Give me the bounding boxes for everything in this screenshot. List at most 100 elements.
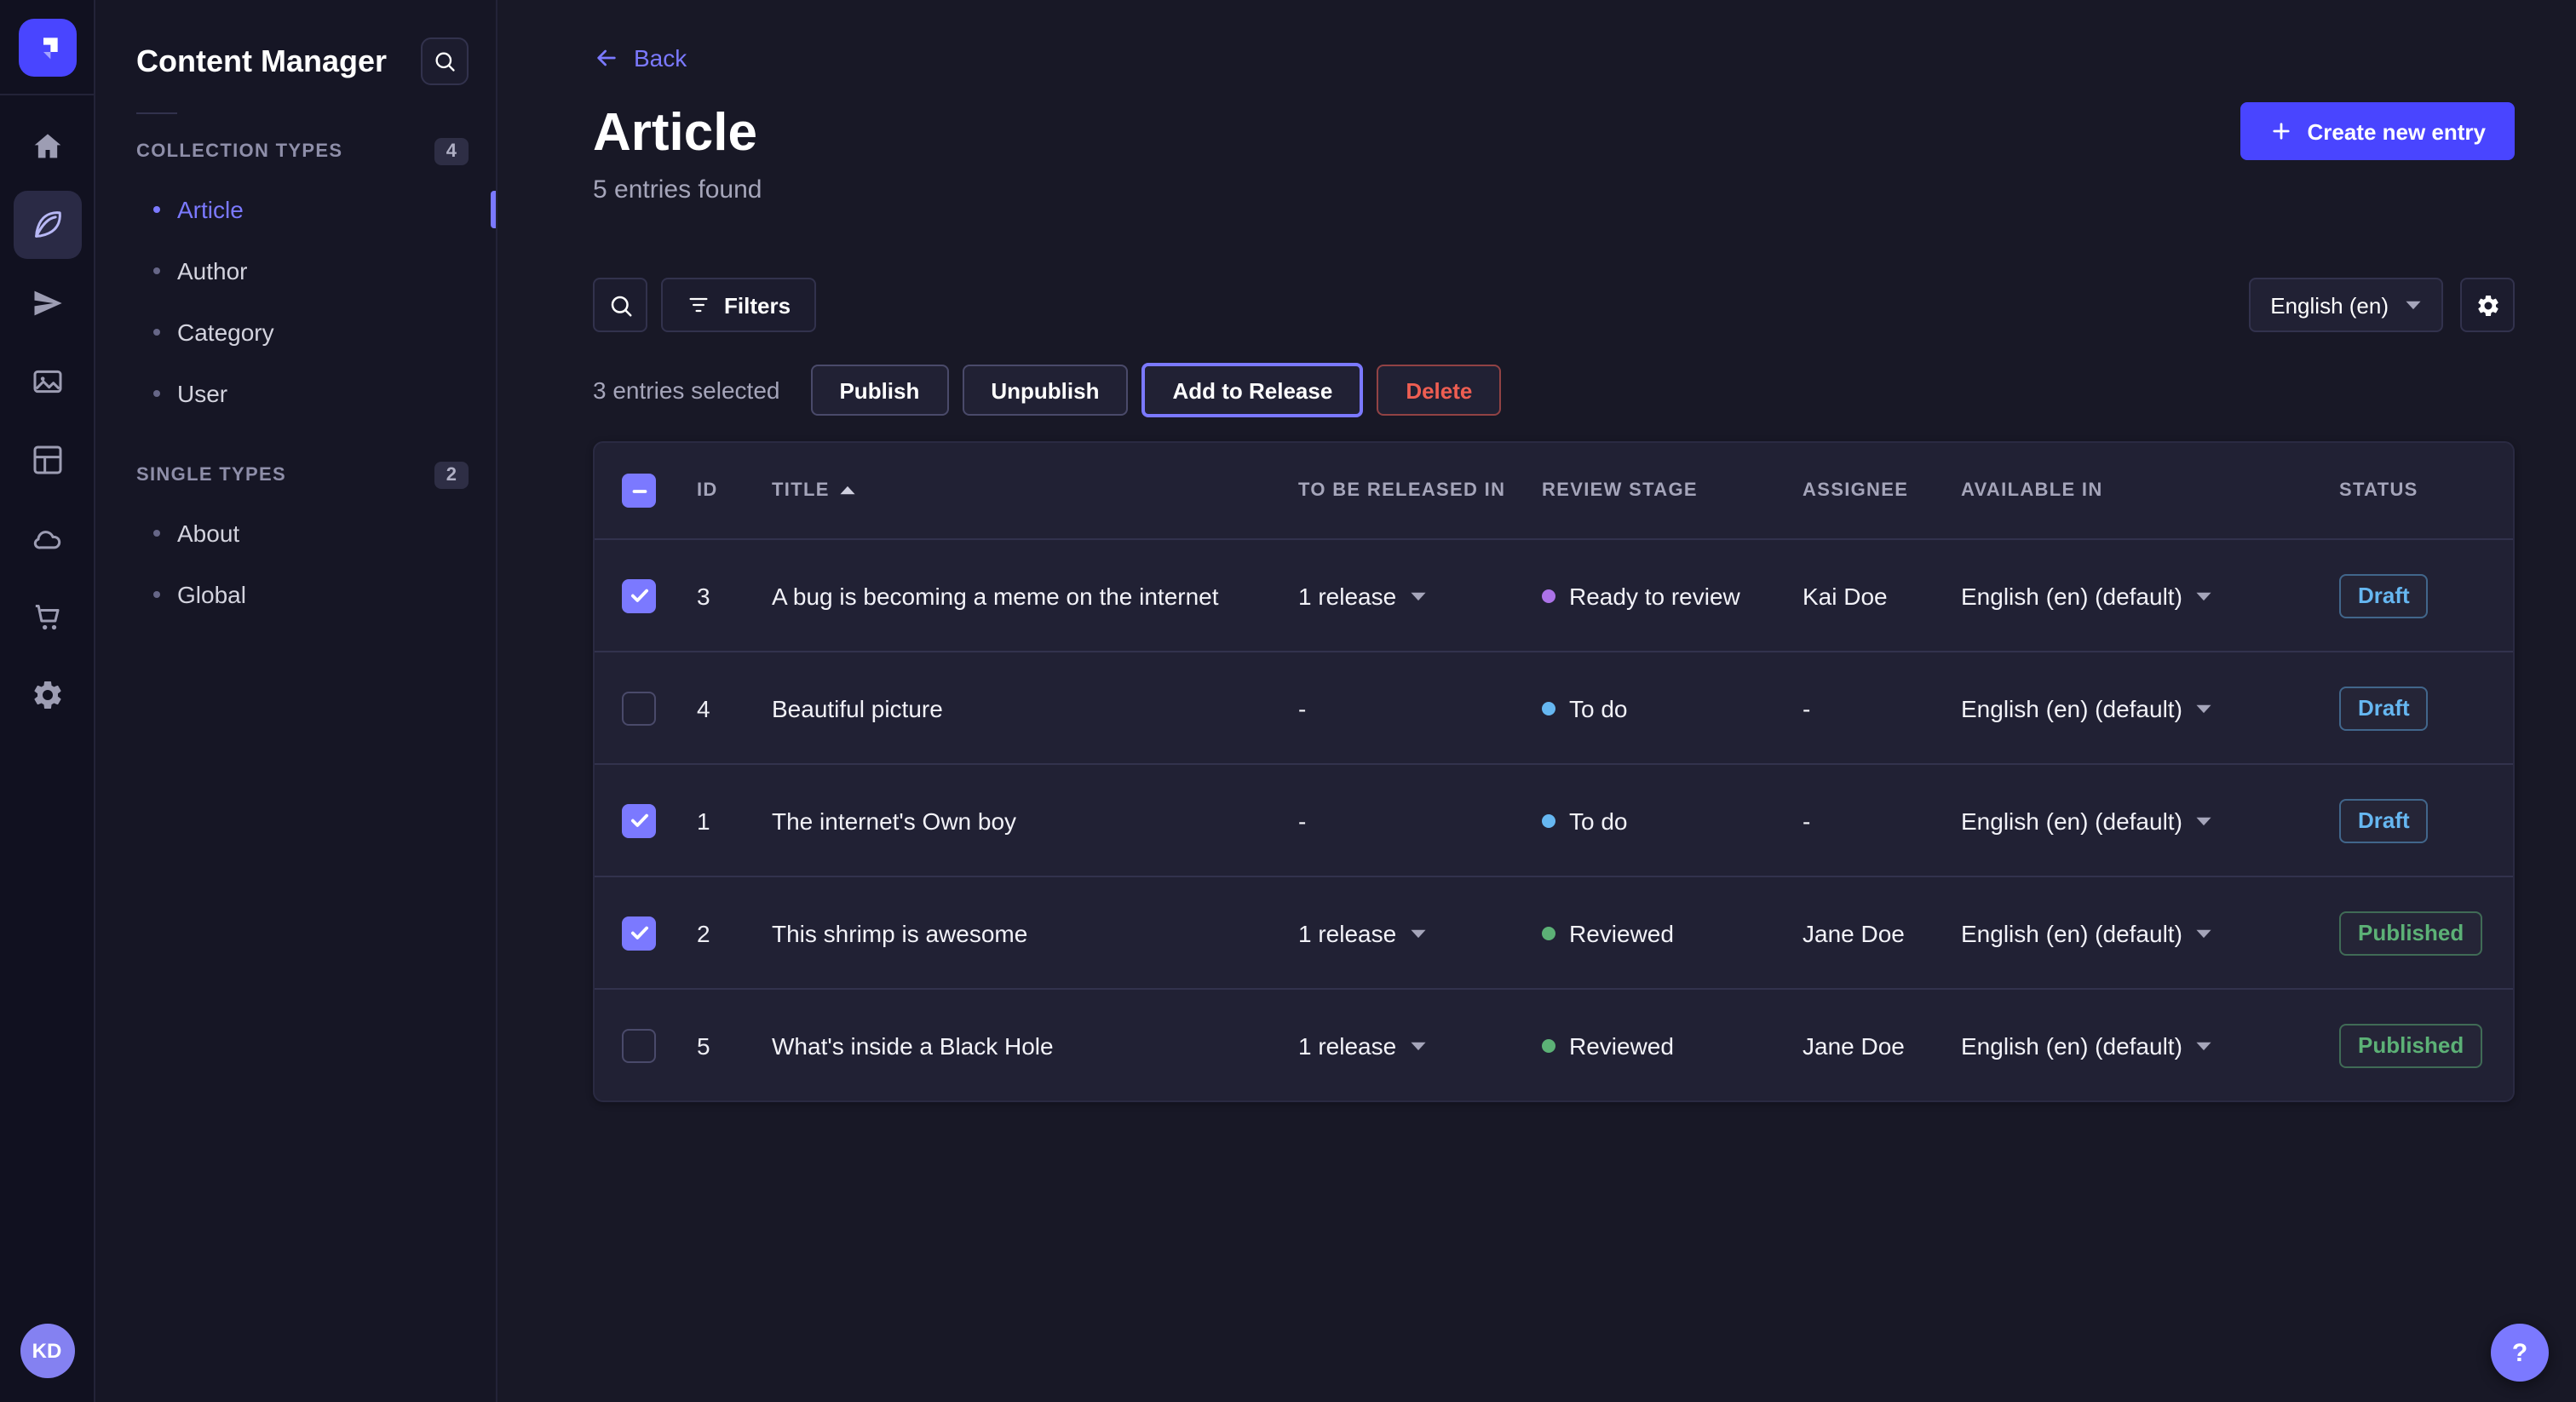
plus-icon bbox=[2269, 119, 2293, 143]
strapi-logo-glyph bbox=[30, 30, 64, 64]
status-badge: Published bbox=[2339, 911, 2482, 955]
locale-cell[interactable]: English (en) (default) bbox=[1961, 807, 2339, 834]
feather-icon[interactable] bbox=[13, 191, 81, 259]
gear-icon bbox=[2475, 292, 2500, 318]
assignee-cell: Jane Doe bbox=[1803, 1031, 1961, 1059]
row-checkbox[interactable] bbox=[622, 916, 656, 950]
table-row[interactable]: 5 What's inside a Black Hole 1 release R… bbox=[595, 988, 2513, 1100]
filters-button[interactable]: Filters bbox=[661, 278, 816, 332]
publish-button[interactable]: Publish bbox=[810, 365, 948, 416]
assignee-cell: - bbox=[1803, 807, 1961, 834]
delete-button[interactable]: Delete bbox=[1377, 365, 1501, 416]
sidebar-item-category[interactable]: Category bbox=[95, 302, 496, 363]
release-cell[interactable]: 1 release bbox=[1298, 1031, 1542, 1059]
paper-plane-icon[interactable] bbox=[13, 269, 81, 337]
sidebar-item-label: Global bbox=[177, 581, 246, 608]
review-stage-cell: Reviewed bbox=[1542, 1031, 1803, 1059]
sidebar-search-button[interactable] bbox=[421, 37, 469, 85]
sort-ascending-icon bbox=[840, 486, 855, 496]
table-row[interactable]: 3 A bug is becoming a meme on the intern… bbox=[595, 538, 2513, 651]
column-header-status: STATUS bbox=[2339, 480, 2513, 501]
entry-id: 4 bbox=[697, 694, 772, 721]
column-header-stage: REVIEW STAGE bbox=[1542, 480, 1803, 501]
add-to-release-button[interactable]: Add to Release bbox=[1141, 363, 1363, 417]
media-icon[interactable] bbox=[13, 348, 81, 416]
sidebar-item-article[interactable]: Article bbox=[95, 179, 496, 240]
locale-cell[interactable]: English (en) (default) bbox=[1961, 919, 2339, 946]
locale-cell[interactable]: English (en) (default) bbox=[1961, 582, 2339, 609]
stage-dot bbox=[1542, 701, 1555, 715]
bullet-icon bbox=[153, 530, 160, 537]
row-checkbox[interactable] bbox=[622, 803, 656, 837]
view-settings-button[interactable] bbox=[2460, 278, 2515, 332]
select-all-checkbox[interactable] bbox=[622, 474, 656, 508]
sidebar-item-label: Category bbox=[177, 319, 274, 346]
row-checkbox[interactable] bbox=[622, 691, 656, 725]
release-cell[interactable]: 1 release bbox=[1298, 919, 1542, 946]
review-stage-cell: Ready to review bbox=[1542, 582, 1803, 609]
column-header-available: AVAILABLE IN bbox=[1961, 480, 2339, 501]
home-icon[interactable] bbox=[13, 112, 81, 181]
single-types-count-badge: 2 bbox=[434, 462, 469, 489]
back-arrow-icon bbox=[593, 44, 620, 72]
row-checkbox[interactable] bbox=[622, 1028, 656, 1062]
sidebar-item-global[interactable]: Global bbox=[95, 564, 496, 625]
sidebar-item-label: Author bbox=[177, 257, 248, 284]
locale-cell[interactable]: English (en) (default) bbox=[1961, 1031, 2339, 1059]
sidebar-item-about[interactable]: About bbox=[95, 503, 496, 564]
stage-dot bbox=[1542, 926, 1555, 939]
locale-select[interactable]: English (en) bbox=[2248, 278, 2443, 332]
filter-icon bbox=[687, 293, 710, 317]
check-icon bbox=[628, 584, 650, 606]
entry-id: 3 bbox=[697, 582, 772, 609]
sidebar-item-user[interactable]: User bbox=[95, 363, 496, 424]
sidebar-title: Content Manager bbox=[136, 43, 387, 79]
list-toolbar: Filters English (en) bbox=[593, 278, 2515, 332]
sidebar-item-author[interactable]: Author bbox=[95, 240, 496, 302]
user-avatar[interactable]: KD bbox=[20, 1324, 74, 1378]
table-row[interactable]: 2 This shrimp is awesome 1 release Revie… bbox=[595, 876, 2513, 988]
column-header-id: ID bbox=[697, 480, 772, 501]
single-types-label: SINGLE TYPES bbox=[136, 465, 286, 486]
bullet-icon bbox=[153, 267, 160, 274]
release-cell[interactable]: 1 release bbox=[1298, 582, 1542, 609]
strapi-logo[interactable] bbox=[18, 18, 76, 76]
entry-id: 5 bbox=[697, 1031, 772, 1059]
gear-icon[interactable] bbox=[13, 661, 81, 729]
app-window: KD Content Manager COLLECTION TYPES 4 Ar… bbox=[0, 0, 2576, 1402]
help-button[interactable]: ? bbox=[2491, 1324, 2549, 1382]
page-title: Article bbox=[593, 101, 2515, 165]
check-icon bbox=[628, 809, 650, 831]
table-row[interactable]: 1 The internet's Own boy - To do - Engli… bbox=[595, 763, 2513, 876]
sidebar-divider bbox=[136, 112, 177, 114]
entry-title: Beautiful picture bbox=[772, 694, 1298, 721]
selection-count-text: 3 entries selected bbox=[593, 376, 779, 404]
column-header-assignee: ASSIGNEE bbox=[1803, 480, 1961, 501]
status-badge: Published bbox=[2339, 1023, 2482, 1067]
locale-cell[interactable]: English (en) (default) bbox=[1961, 694, 2339, 721]
entry-title: The internet's Own boy bbox=[772, 807, 1298, 834]
locale-caret-icon bbox=[2196, 703, 2211, 713]
entry-id: 2 bbox=[697, 919, 772, 946]
stage-dot bbox=[1542, 589, 1555, 602]
search-button[interactable] bbox=[593, 278, 647, 332]
layout-icon[interactable] bbox=[13, 426, 81, 494]
row-checkbox[interactable] bbox=[622, 578, 656, 612]
locale-caret-icon bbox=[2196, 1040, 2211, 1050]
back-link[interactable]: Back bbox=[593, 44, 687, 72]
cart-icon[interactable] bbox=[13, 583, 81, 651]
entry-title: What's inside a Black Hole bbox=[772, 1031, 1298, 1059]
unpublish-button[interactable]: Unpublish bbox=[962, 365, 1128, 416]
entry-title: This shrimp is awesome bbox=[772, 919, 1298, 946]
search-icon bbox=[433, 49, 457, 73]
status-badge: Draft bbox=[2339, 686, 2429, 730]
entry-title: A bug is becoming a meme on the internet bbox=[772, 582, 1298, 609]
cloud-icon[interactable] bbox=[13, 504, 81, 572]
sidebar-item-label: User bbox=[177, 380, 227, 407]
review-stage-cell: To do bbox=[1542, 694, 1803, 721]
check-icon bbox=[628, 922, 650, 944]
column-header-title[interactable]: TITLE bbox=[772, 480, 1298, 501]
create-new-entry-button[interactable]: Create new entry bbox=[2240, 102, 2515, 160]
release-cell: - bbox=[1298, 807, 1542, 834]
table-row[interactable]: 4 Beautiful picture - To do - English (e… bbox=[595, 651, 2513, 763]
